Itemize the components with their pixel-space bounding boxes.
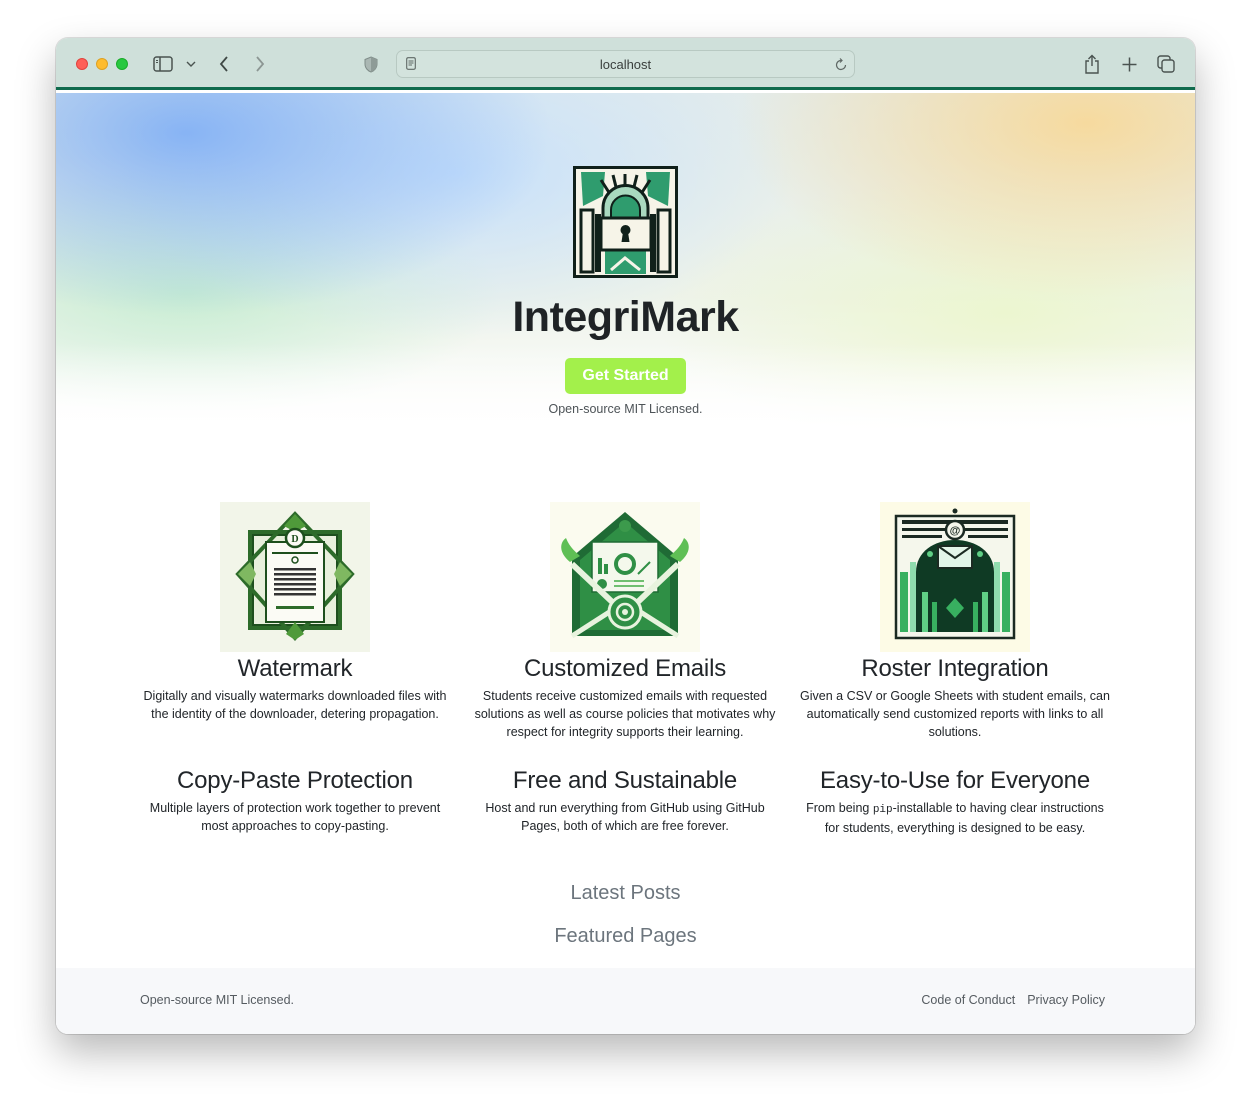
share-icon[interactable] <box>1082 52 1102 76</box>
feature-title: Roster Integration <box>861 655 1049 682</box>
description-prefix: From being <box>806 801 873 815</box>
envelope-report-illustration <box>550 502 700 652</box>
chevron-left-icon[interactable] <box>216 52 232 76</box>
feature-title: Copy-Paste Protection <box>177 767 413 794</box>
address-bar[interactable]: localhost <box>396 50 855 78</box>
chevron-down-icon[interactable] <box>184 52 198 76</box>
feature-customized-emails: Customized Emails Students receive custo… <box>460 502 790 741</box>
feature-watermark: D Watermark Digitally and visually water… <box>130 502 460 723</box>
minimize-window-button[interactable] <box>96 58 108 70</box>
chevron-right-icon[interactable] <box>252 52 268 76</box>
get-started-button[interactable]: Get Started <box>565 358 686 394</box>
latest-posts-heading[interactable]: Latest Posts <box>56 882 1195 905</box>
feature-title: Watermark <box>237 655 353 682</box>
footer-links: Code of Conduct Privacy Policy <box>921 993 1105 1007</box>
sidebar-icon[interactable] <box>152 52 174 76</box>
feature-title: Free and Sustainable <box>512 767 738 794</box>
feature-copy-paste-protection: Copy-Paste Protection Multiple layers of… <box>130 764 460 835</box>
feature-description: From being pip-installable to having cle… <box>790 799 1120 837</box>
footer: Open-source MIT Licensed. Code of Conduc… <box>56 968 1195 1034</box>
feature-title: Easy-to-Use for Everyone <box>820 767 1090 794</box>
certificate-document-illustration: D <box>220 502 370 652</box>
privacy-policy-link[interactable]: Privacy Policy <box>1027 993 1105 1007</box>
footer-license: Open-source MIT Licensed. <box>140 993 295 1007</box>
page-content: IntegriMark Get Started Open-source MIT … <box>56 93 1195 1034</box>
reload-icon[interactable] <box>835 57 848 76</box>
browser-toolbar: localhost <box>56 38 1195 90</box>
feature-description: Digitally and visually watermarks downlo… <box>143 689 447 721</box>
shield-icon[interactable] <box>362 52 380 76</box>
browser-window: localhost IntegriMark Get Started Open-s… <box>56 38 1195 1034</box>
hero-section: IntegriMark Get Started Open-source MIT … <box>56 93 1195 433</box>
padlock-logo-icon <box>573 166 678 278</box>
feature-description: Given a CSV or Google Sheets with studen… <box>800 689 1110 739</box>
email-roster-illustration: @ <box>880 502 1030 652</box>
feature-free-and-sustainable: Free and Sustainable Host and run everyt… <box>460 764 790 835</box>
page-title: IntegriMark <box>512 293 739 341</box>
maximize-window-button[interactable] <box>116 58 128 70</box>
feature-title: Customized Emails <box>524 655 726 682</box>
plus-icon[interactable] <box>1119 52 1139 76</box>
featured-pages-heading[interactable]: Featured Pages <box>56 925 1195 948</box>
feature-description: Students receive customized emails with … <box>474 689 776 739</box>
feature-description: Host and run everything from GitHub usin… <box>485 801 765 833</box>
svg-text:D: D <box>291 534 298 545</box>
url-text: localhost <box>599 57 652 72</box>
close-window-button[interactable] <box>76 58 88 70</box>
feature-description: Multiple layers of protection work toget… <box>149 801 441 833</box>
feature-easy-to-use: Easy-to-Use for Everyone From being pip-… <box>790 764 1120 837</box>
svg-text:@: @ <box>950 525 961 537</box>
code-of-conduct-link[interactable]: Code of Conduct <box>921 993 1015 1007</box>
feature-roster-integration: @ Roster Integration Given a CSV or Goog… <box>790 502 1120 741</box>
tabs-overview-icon[interactable] <box>1156 52 1176 76</box>
pip-code: pip <box>872 804 893 816</box>
hero-subtitle: Open-source MIT Licensed. <box>548 402 703 416</box>
